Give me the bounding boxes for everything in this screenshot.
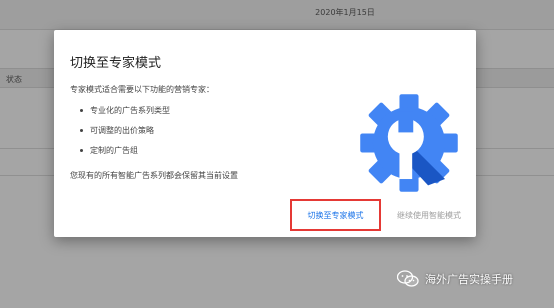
dialog-intro: 专家模式适合需要以下功能的营销专家： — [70, 85, 214, 94]
gear-wrench-icon — [360, 94, 458, 192]
dialog-actions: 切换至专家模式 继续使用智能模式 — [290, 197, 470, 231]
switch-to-expert-button[interactable]: 切换至专家模式 — [290, 199, 381, 231]
dialog-note: 您现有的所有智能广告系列都会保留其当前设置 — [70, 171, 238, 180]
feature-list: 专业化的广告系列类型 可调整的出价策略 定制的广告组 — [80, 106, 170, 166]
watermark-text: 海外广告实操手册 — [425, 273, 513, 286]
feature-item: 定制的广告组 — [80, 146, 170, 166]
dialog-title: 切换至专家模式 — [70, 56, 162, 71]
keep-smart-mode-button[interactable]: 继续使用智能模式 — [388, 199, 470, 231]
feature-item: 专业化的广告系列类型 — [80, 106, 170, 126]
wechat-icon — [397, 270, 419, 287]
watermark: 海外广告实操手册 — [397, 270, 513, 288]
expert-mode-dialog: 切换至专家模式 专家模式适合需要以下功能的营销专家： 专业化的广告系列类型 可调… — [54, 30, 476, 237]
feature-item: 可调整的出价策略 — [80, 126, 170, 146]
